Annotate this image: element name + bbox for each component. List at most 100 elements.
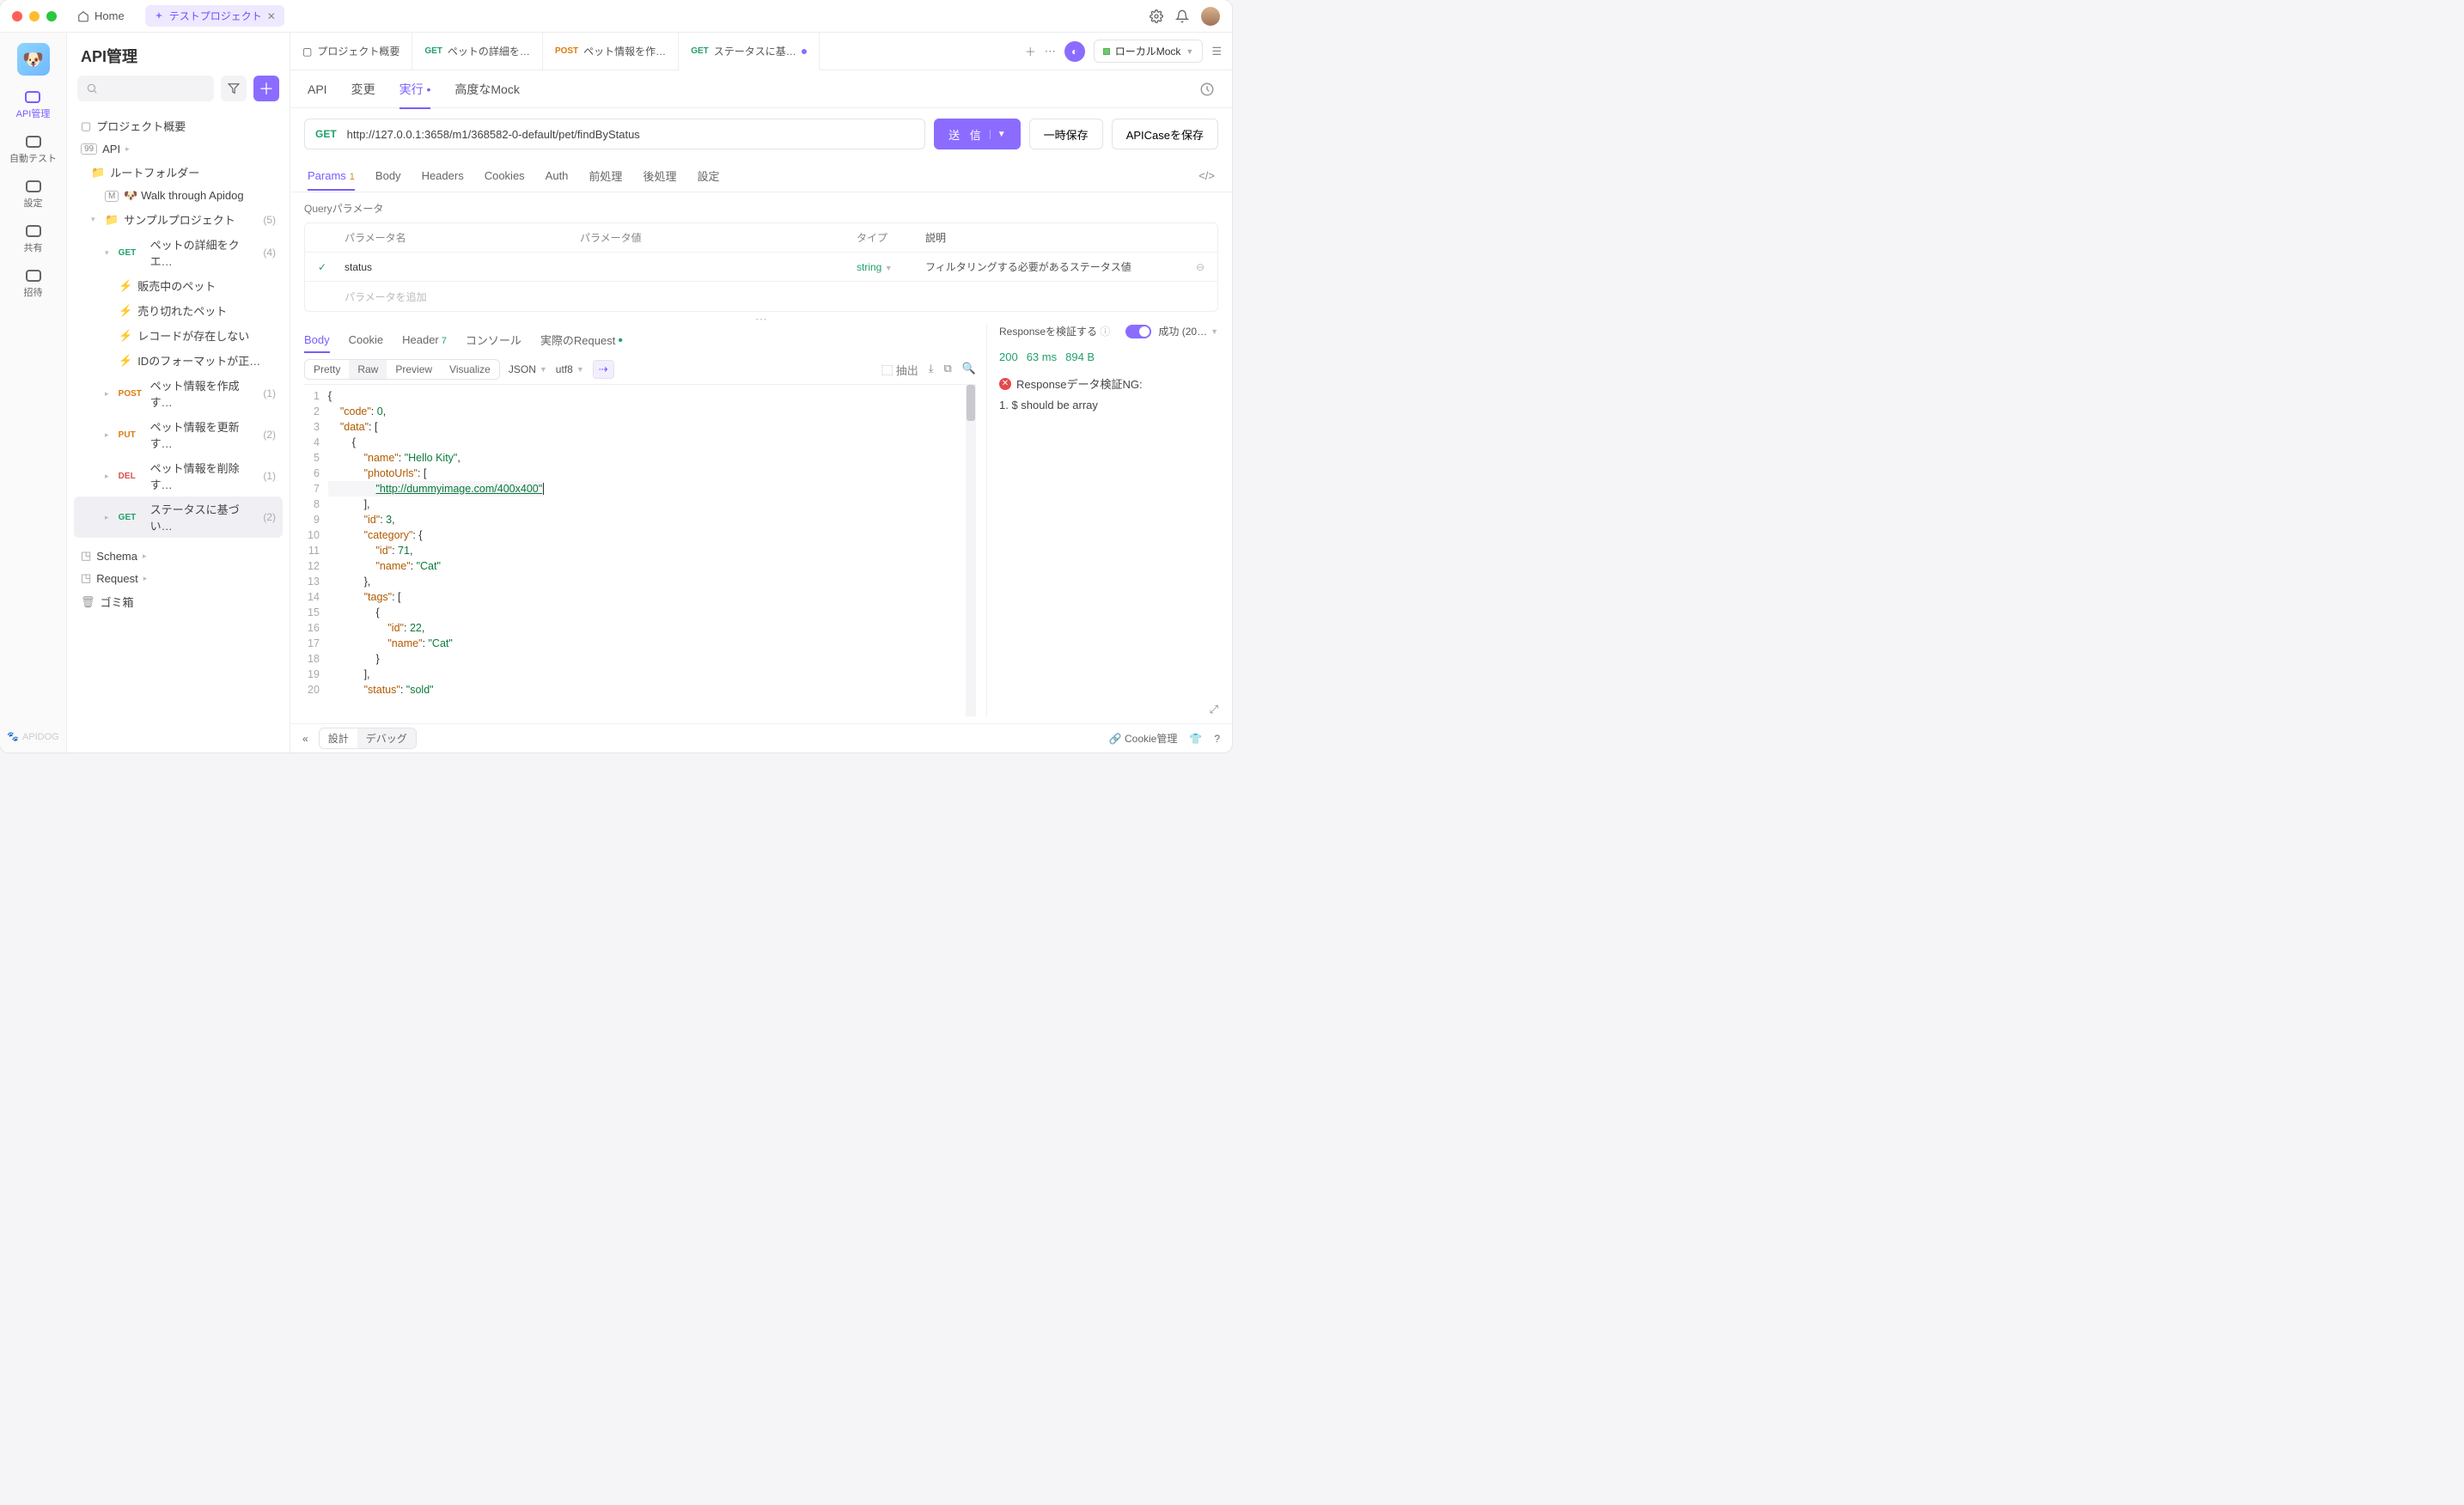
- wrap-icon[interactable]: ⇢: [593, 360, 614, 379]
- subtab-mock[interactable]: 高度なMock: [454, 70, 519, 108]
- collapse-icon[interactable]: «: [302, 733, 308, 745]
- code-icon[interactable]: </>: [1198, 169, 1215, 182]
- download-icon[interactable]: ⤓: [929, 362, 934, 378]
- bell-icon[interactable]: [1175, 9, 1189, 23]
- gear-icon[interactable]: [1150, 9, 1163, 23]
- tree-item[interactable]: ⚡販売中のペット: [74, 273, 283, 298]
- home-tab[interactable]: Home: [69, 6, 133, 26]
- ptab-pre[interactable]: 前処理: [589, 160, 622, 192]
- success-select[interactable]: 成功 (20…▼: [1158, 324, 1218, 338]
- rtab-header[interactable]: Header7: [402, 326, 447, 353]
- ptab-settings[interactable]: 設定: [697, 160, 719, 192]
- menu-icon[interactable]: ☰: [1211, 45, 1222, 58]
- save-button[interactable]: 一時保存: [1029, 119, 1103, 149]
- search-icon: [86, 82, 98, 94]
- tree-trash[interactable]: 🗑ゴミ箱: [74, 589, 283, 614]
- check-icon[interactable]: ✓: [305, 261, 339, 273]
- rail-invite[interactable]: 招待: [24, 270, 43, 299]
- tree-api-root[interactable]: 99API▸: [74, 138, 283, 160]
- rail-api[interactable]: API管理: [16, 91, 51, 120]
- brand-footer: 🐾 APIDOG: [7, 731, 59, 742]
- params-section-label: Queryパラメータ: [304, 201, 1218, 216]
- tree-sample[interactable]: ▾📁サンプルプロジェクト(5): [74, 207, 283, 232]
- ptab-params[interactable]: Params1: [308, 161, 355, 190]
- url-value: http://127.0.0.1:3658/m1/368582-0-defaul…: [347, 128, 640, 141]
- filter-button[interactable]: [221, 76, 247, 101]
- tree-item[interactable]: ▸POSTペット情報を作成す…(1): [74, 373, 283, 414]
- error-title: Responseデータ検証NG:: [1016, 375, 1143, 392]
- more-icon[interactable]: ⋯: [1045, 45, 1056, 58]
- req-tab-overview[interactable]: ▢プロジェクト概要: [290, 33, 412, 70]
- view-mode-segment[interactable]: Pretty Raw Preview Visualize: [304, 359, 500, 380]
- tree-walk[interactable]: M🐶 Walk through Apidog: [74, 185, 283, 207]
- cookie-manage[interactable]: 🔗 Cookie管理: [1109, 731, 1178, 746]
- history-icon[interactable]: [1199, 82, 1215, 97]
- tree-item[interactable]: ⚡IDのフォーマットが正…: [74, 348, 283, 373]
- validate-toggle[interactable]: [1125, 325, 1151, 338]
- scrollbar[interactable]: [966, 385, 976, 716]
- params-add-row[interactable]: パラメータを追加: [305, 282, 1217, 311]
- ptab-body[interactable]: Body: [375, 161, 401, 190]
- rtab-cookie[interactable]: Cookie: [349, 326, 383, 353]
- sparkle-icon: [154, 11, 164, 21]
- url-input[interactable]: GET http://127.0.0.1:3658/m1/368582-0-de…: [304, 119, 925, 149]
- params-table-row[interactable]: ✓ status string ▼ フィルタリングする必要があるステータス値 ⊖: [305, 253, 1217, 282]
- tree-item[interactable]: ▸PUTペット情報を更新す…(2): [74, 414, 283, 455]
- validate-label: Responseを検証する: [999, 326, 1097, 338]
- copy-icon[interactable]: ⧉: [944, 362, 952, 378]
- sidebar-title: API管理: [67, 33, 290, 76]
- tree-item[interactable]: ▾GETペットの詳細をクエ…(4): [74, 232, 283, 273]
- send-button[interactable]: 送 信▼: [934, 119, 1021, 149]
- tree-item[interactable]: ⚡レコードが存在しない: [74, 323, 283, 348]
- project-tab[interactable]: テストプロジェクト ✕: [145, 5, 284, 27]
- expand-icon[interactable]: ⤢: [999, 703, 1218, 716]
- avatar[interactable]: [1201, 7, 1220, 26]
- env-select[interactable]: ローカルMock▼: [1094, 40, 1204, 63]
- search-resp-icon[interactable]: 🔍: [962, 362, 976, 378]
- subtab-api[interactable]: API: [308, 72, 327, 107]
- dirty-dot: [802, 49, 807, 54]
- project-tab-label: テストプロジェクト: [169, 9, 262, 23]
- remove-icon[interactable]: ⊖: [1183, 261, 1217, 273]
- rail-share[interactable]: 共有: [24, 225, 43, 254]
- tree-item[interactable]: ⚡売り切れたペット: [74, 298, 283, 323]
- tree-schema[interactable]: ◳Schema▸: [74, 545, 283, 567]
- response-code[interactable]: 1234567891011121314151617181920 { "code"…: [304, 384, 976, 716]
- tshirt-icon[interactable]: 👕: [1189, 733, 1202, 745]
- format-select[interactable]: JSON▼: [509, 363, 547, 375]
- rtab-actual[interactable]: 実際のRequest•: [540, 325, 623, 355]
- traffic-lights[interactable]: [12, 11, 57, 21]
- rtab-body[interactable]: Body: [304, 326, 330, 353]
- ptab-post[interactable]: 後処理: [643, 160, 676, 192]
- ptab-auth[interactable]: Auth: [546, 161, 569, 190]
- subtab-run[interactable]: 実行 •: [399, 70, 431, 108]
- run-badge[interactable]: ◐: [1064, 41, 1085, 62]
- tree-item-selected[interactable]: ▸GETステータスに基づい…(2): [74, 497, 283, 538]
- rail-autotest[interactable]: 自動テスト: [9, 136, 57, 165]
- split-handle[interactable]: ⋯: [290, 312, 1232, 324]
- extract-button[interactable]: ⬚ 抽出: [881, 362, 918, 378]
- rtab-console[interactable]: コンソール: [466, 325, 521, 355]
- home-icon: [77, 10, 89, 22]
- rail-settings[interactable]: 設定: [24, 180, 43, 210]
- add-button[interactable]: ＋: [253, 76, 279, 101]
- apicase-button[interactable]: APICaseを保存: [1112, 119, 1218, 149]
- tree-request[interactable]: ◳Request▸: [74, 567, 283, 589]
- subtab-change[interactable]: 変更: [351, 70, 375, 108]
- tree-root-folder[interactable]: 📁ルートフォルダー: [74, 160, 283, 185]
- ptab-headers[interactable]: Headers: [422, 161, 464, 190]
- mode-segment[interactable]: 設計 デバッグ: [319, 728, 417, 749]
- close-icon[interactable]: ✕: [267, 10, 276, 22]
- encoding-select[interactable]: utf8▼: [556, 363, 584, 375]
- params-table-header: パラメータ名 パラメータ値 タイプ 説明: [305, 223, 1217, 253]
- search-input[interactable]: [77, 76, 214, 101]
- ptab-cookies[interactable]: Cookies: [485, 161, 525, 190]
- req-tab[interactable]: POSTペット情報を作…: [543, 33, 679, 70]
- add-tab-icon[interactable]: ＋: [1025, 43, 1036, 59]
- req-tab[interactable]: GETペットの詳細を…: [412, 33, 543, 70]
- help-icon[interactable]: ?: [1214, 733, 1220, 745]
- home-label: Home: [95, 9, 125, 22]
- tree-item[interactable]: ▸DELペット情報を削除す…(1): [74, 455, 283, 497]
- req-tab-active[interactable]: GETステータスに基…: [679, 33, 820, 70]
- tree-overview[interactable]: ▢プロジェクト概要: [74, 113, 283, 138]
